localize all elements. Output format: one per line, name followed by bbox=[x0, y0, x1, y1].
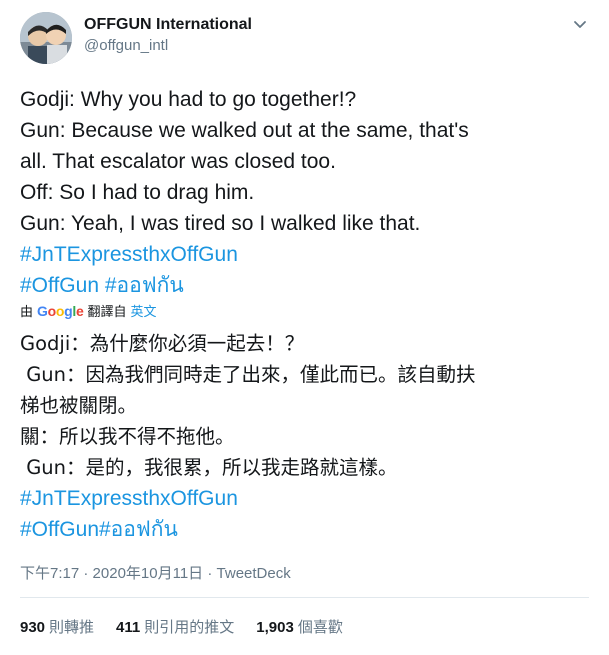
quotes-label: 則引用的推文 bbox=[144, 619, 235, 636]
quotes-stat[interactable]: 411 則引用的推文 bbox=[116, 616, 234, 637]
translation-notice: 由 Google 翻譯自 英文 bbox=[20, 301, 157, 320]
divider bbox=[20, 597, 589, 598]
author-handle[interactable]: @offgun_intl bbox=[84, 37, 168, 54]
likes-stat[interactable]: 1,903 個喜歡 bbox=[256, 616, 343, 637]
avatar-photo bbox=[20, 12, 72, 64]
retweets-stat[interactable]: 930 則轉推 bbox=[20, 616, 94, 637]
hashtag-link[interactable]: #OffGun bbox=[20, 274, 99, 297]
tweet-line: Gun: Yeah, I was tired so I walked like … bbox=[20, 212, 421, 235]
translation-suffix: 翻譯自 bbox=[87, 304, 127, 319]
tweet-stats: 930 則轉推 411 則引用的推文 1,903 個喜歡 bbox=[20, 616, 343, 637]
tweet-source-link[interactable]: TweetDeck bbox=[217, 565, 291, 582]
quotes-count: 411 bbox=[116, 619, 141, 636]
source-language-link[interactable]: 英文 bbox=[131, 301, 157, 320]
hashtag-link[interactable]: #OffGun#ออฟกัน bbox=[20, 518, 178, 541]
likes-label: 個喜歡 bbox=[297, 619, 343, 636]
translated-text: Godji：為什麼你必須一起去！？ Gun：因為我們同時走了出來，僅此而已。該自… bbox=[20, 328, 600, 545]
tweet-time-link[interactable]: 下午7:17 · 2020年10月11日 bbox=[20, 565, 203, 582]
tweet-line: all. That escalator was closed too. bbox=[20, 150, 336, 173]
translated-line: 梯也被關閉。 bbox=[20, 394, 138, 417]
meta-separator: · bbox=[207, 565, 213, 582]
author-name[interactable]: OFFGUN International bbox=[84, 16, 252, 34]
avatar[interactable] bbox=[20, 12, 72, 64]
tweet-text: Godji: Why you had to go together!? Gun:… bbox=[20, 84, 595, 301]
translated-line: 關：所以我不得不拖他。 bbox=[20, 425, 235, 448]
hashtag-link[interactable]: #JnTExpressthxOffGun bbox=[20, 487, 238, 510]
tweet-card: OFFGUN International @offgun_intl Godji:… bbox=[0, 0, 609, 655]
translated-line: Godji：為什麼你必須一起去！？ bbox=[20, 332, 305, 355]
meta-separator: · bbox=[83, 565, 89, 582]
tweet-date: 2020年10月11日 bbox=[92, 565, 204, 582]
retweets-label: 則轉推 bbox=[49, 619, 95, 636]
hashtag-link[interactable]: #JnTExpressthxOffGun bbox=[20, 243, 238, 266]
google-logo: Google bbox=[37, 302, 84, 319]
tweet-time: 下午7:17 bbox=[20, 565, 80, 582]
chevron-down-icon[interactable] bbox=[570, 14, 590, 34]
translation-prefix: 由 bbox=[20, 304, 34, 319]
tweet-meta: 下午7:17 · 2020年10月11日 · TweetDeck bbox=[20, 562, 291, 583]
translated-line: Gun：因為我們同時走了出來，僅此而已。該自動扶 bbox=[20, 363, 476, 386]
retweets-count: 930 bbox=[20, 619, 46, 636]
likes-count: 1,903 bbox=[256, 619, 294, 636]
hashtag-link[interactable]: #ออฟกัน bbox=[105, 274, 184, 297]
tweet-line: Off: So I had to drag him. bbox=[20, 181, 255, 204]
translated-line: Gun：是的，我很累，所以我走路就這樣。 bbox=[20, 456, 398, 479]
tweet-line: Gun: Because we walked out at the same, … bbox=[20, 119, 469, 142]
tweet-line: Godji: Why you had to go together!? bbox=[20, 88, 357, 111]
